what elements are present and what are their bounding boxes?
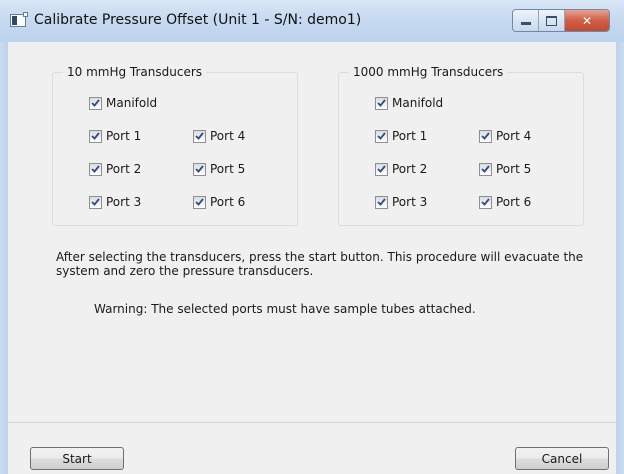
instructions-text: After selecting the transducers, press t… [56, 250, 584, 278]
warning-text: Warning: The selected ports must have sa… [94, 302, 476, 316]
minimize-icon [520, 22, 531, 25]
checkbox-box[interactable] [193, 129, 206, 143]
checkbox-box[interactable] [375, 162, 388, 176]
checkbox-box[interactable] [193, 162, 206, 176]
checkbox-10mmhg-port-4[interactable]: Port 4 [193, 129, 245, 143]
check-mark-icon [481, 132, 490, 140]
caption-buttons: ✕ [512, 9, 610, 32]
checkbox-box[interactable] [375, 96, 388, 110]
checkbox-10mmhg-port-6[interactable]: Port 6 [193, 195, 245, 209]
checkbox-box[interactable] [193, 195, 206, 209]
group-label-10mmhg: 10 mmHg Transducers [63, 65, 207, 79]
checkbox-1000mmhg-port-6[interactable]: Port 6 [479, 195, 531, 209]
group-1000mmhg-transducers: 1000 mmHg Transducers Manifold Port 1 Po… [338, 65, 584, 226]
checkbox-label: Port 3 [106, 195, 142, 209]
close-icon: ✕ [581, 13, 593, 28]
checkbox-label: Manifold [106, 96, 158, 110]
dialog-body: 10 mmHg Transducers Manifold Port 1 Port… [8, 42, 616, 474]
window-frame-left [0, 42, 8, 474]
check-mark-icon [91, 198, 100, 206]
check-mark-icon [377, 132, 386, 140]
check-mark-icon [481, 165, 490, 173]
check-mark-icon [377, 165, 386, 173]
checkbox-10mmhg-manifold[interactable]: Manifold [89, 96, 157, 110]
check-mark-icon [377, 198, 386, 206]
checkbox-10mmhg-port-1[interactable]: Port 1 [89, 129, 141, 143]
footer-separator [8, 422, 616, 423]
checkbox-1000mmhg-port-4[interactable]: Port 4 [479, 129, 531, 143]
checkbox-label: Port 5 [496, 162, 532, 176]
checkbox-label: Port 5 [210, 162, 246, 176]
checkbox-box[interactable] [375, 195, 388, 209]
close-button[interactable]: ✕ [565, 10, 609, 31]
checkbox-label: Port 1 [392, 129, 428, 143]
checkbox-label: Port 6 [210, 195, 246, 209]
check-mark-icon [377, 99, 386, 107]
checkbox-box[interactable] [479, 129, 492, 143]
check-mark-icon [91, 132, 100, 140]
checkbox-box[interactable] [89, 162, 102, 176]
checkbox-1000mmhg-port-2[interactable]: Port 2 [375, 162, 427, 176]
calibrate-dialog: Calibrate Pressure Offset (Unit 1 - S/N:… [0, 0, 624, 474]
check-mark-icon [195, 198, 204, 206]
checkbox-1000mmhg-port-1[interactable]: Port 1 [375, 129, 427, 143]
checkbox-label: Port 3 [392, 195, 428, 209]
checkbox-label: Port 1 [106, 129, 142, 143]
checkbox-1000mmhg-port-3[interactable]: Port 3 [375, 195, 427, 209]
check-mark-icon [195, 132, 204, 140]
checkbox-box[interactable] [89, 96, 102, 110]
checkbox-1000mmhg-port-5[interactable]: Port 5 [479, 162, 531, 176]
group-label-1000mmhg: 1000 mmHg Transducers [349, 65, 508, 79]
checkbox-box[interactable] [89, 195, 102, 209]
checkbox-10mmhg-port-2[interactable]: Port 2 [89, 162, 141, 176]
checkbox-10mmhg-port-3[interactable]: Port 3 [89, 195, 141, 209]
checkbox-label: Port 6 [496, 195, 532, 209]
checkbox-label: Port 4 [496, 129, 532, 143]
check-mark-icon [195, 165, 204, 173]
checkbox-box[interactable] [89, 129, 102, 143]
checkbox-label: Port 2 [392, 162, 428, 176]
maximize-button[interactable] [539, 10, 565, 31]
minimize-button[interactable] [513, 10, 539, 31]
cancel-button[interactable]: Cancel [515, 447, 609, 470]
checkbox-box[interactable] [479, 195, 492, 209]
checkbox-box[interactable] [375, 129, 388, 143]
checkbox-label: Port 4 [210, 129, 246, 143]
group-10mmhg-transducers: 10 mmHg Transducers Manifold Port 1 Port… [52, 65, 298, 226]
check-mark-icon [91, 165, 100, 173]
checkbox-label: Port 2 [106, 162, 142, 176]
checkbox-label: Manifold [392, 96, 444, 110]
window-frame-right [616, 42, 624, 474]
title-bar[interactable]: Calibrate Pressure Offset (Unit 1 - S/N:… [0, 0, 624, 43]
check-mark-icon [481, 198, 490, 206]
app-window-icon [10, 12, 28, 27]
checkbox-10mmhg-port-5[interactable]: Port 5 [193, 162, 245, 176]
check-mark-icon [91, 99, 100, 107]
maximize-icon [546, 15, 557, 26]
start-button[interactable]: Start [30, 447, 124, 470]
checkbox-box[interactable] [479, 162, 492, 176]
checkbox-1000mmhg-manifold[interactable]: Manifold [375, 96, 443, 110]
window-title: Calibrate Pressure Offset (Unit 1 - S/N:… [34, 12, 362, 28]
